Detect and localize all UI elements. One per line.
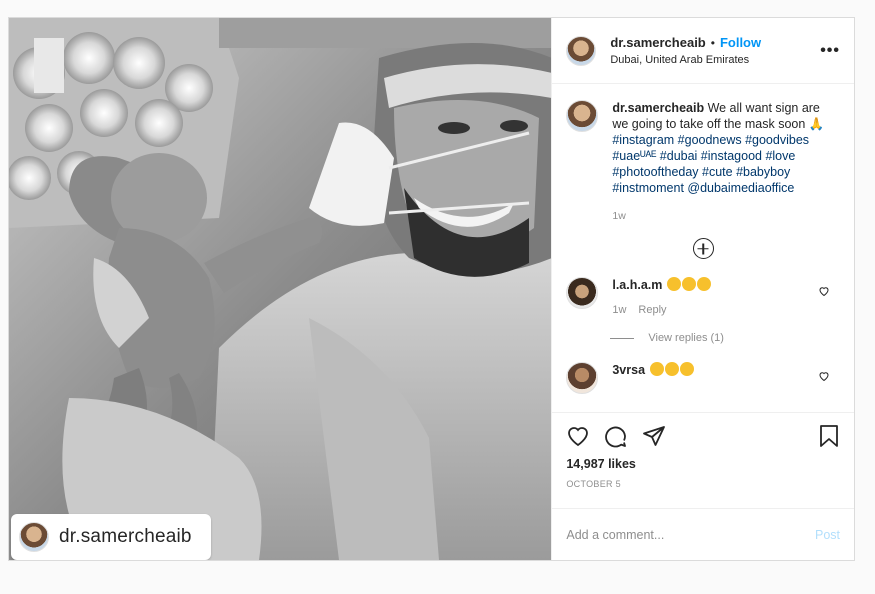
add-comment-input[interactable]: Add a comment... [566,528,815,542]
divider [610,337,635,339]
caption-hashtags[interactable]: #instagram #goodnews #goodvibes #uaeᵁᴬᴱ … [612,133,809,195]
laughing-emoji-icon [649,362,664,376]
photo-tag-username: dr.samercheaib [59,526,192,547]
comment-item: l.a.h.a.m 1w Reply [566,277,840,316]
heart-eyes-emoji-icon [696,277,711,291]
comments-section[interactable]: dr.samercheaib We all want sign are we g… [552,84,854,412]
likes-count[interactable]: 14,987 likes [566,457,840,471]
post-image [9,18,552,560]
author-avatar[interactable] [566,35,597,66]
follow-button[interactable]: Follow [720,35,761,50]
author-meta: dr.samercheaib • Follow Dubai, United Ar… [610,35,820,66]
save-bookmark-icon[interactable] [818,424,840,448]
comment-bubble-icon[interactable] [604,424,628,448]
share-paper-plane-icon[interactable] [642,424,666,448]
avatar [19,522,49,552]
photo-user-tag[interactable]: dr.samercheaib [11,514,211,560]
heart-eyes-emoji-icon [681,277,696,291]
caption: dr.samercheaib We all want sign are we g… [566,100,840,224]
post-date[interactable]: OCTOBER 5 [566,479,840,489]
comment-item: 3vrsa [566,362,840,394]
view-replies-label[interactable]: View replies (1) [648,332,724,344]
comment-like-icon[interactable] [818,370,830,382]
comment-username[interactable]: l.a.h.a.m [612,278,662,292]
caption-username[interactable]: dr.samercheaib [612,101,704,115]
post-header: dr.samercheaib • Follow Dubai, United Ar… [552,18,854,84]
comment-like-icon[interactable] [818,285,830,297]
load-more-comments[interactable] [566,238,840,259]
comment-emojis [649,362,694,377]
heart-eyes-emoji-icon [679,362,694,376]
caption-age: 1w [612,210,626,222]
author-username[interactable]: dr.samercheaib [610,35,705,50]
commenter-avatar[interactable] [566,277,599,309]
separator-dot: • [710,35,715,50]
post-sidebar: dr.samercheaib • Follow Dubai, United Ar… [551,18,854,560]
like-heart-icon[interactable] [566,424,590,448]
plus-circle-icon[interactable] [692,238,714,259]
heart-eyes-emoji-icon [666,277,681,291]
add-comment-bar: Add a comment... Post [552,508,854,560]
caption-avatar[interactable] [566,100,599,132]
reply-button[interactable]: Reply [638,304,666,316]
comment-age: 1w [612,304,627,316]
comment-username[interactable]: 3vrsa [612,363,645,377]
commenter-avatar[interactable] [566,362,599,394]
post-card: dr.samercheaib dr.samercheaib • Follow D… [8,17,855,561]
post-actions: 14,987 likes OCTOBER 5 [552,412,854,508]
comment-emojis [666,277,711,292]
post-photo[interactable]: dr.samercheaib [9,18,552,560]
more-options-icon[interactable]: ••• [820,42,840,60]
post-comment-button[interactable]: Post [815,528,840,542]
laughing-emoji-icon [664,362,679,376]
location-link[interactable]: Dubai, United Arab Emirates [610,54,820,66]
view-replies[interactable]: View replies (1) [610,332,840,344]
